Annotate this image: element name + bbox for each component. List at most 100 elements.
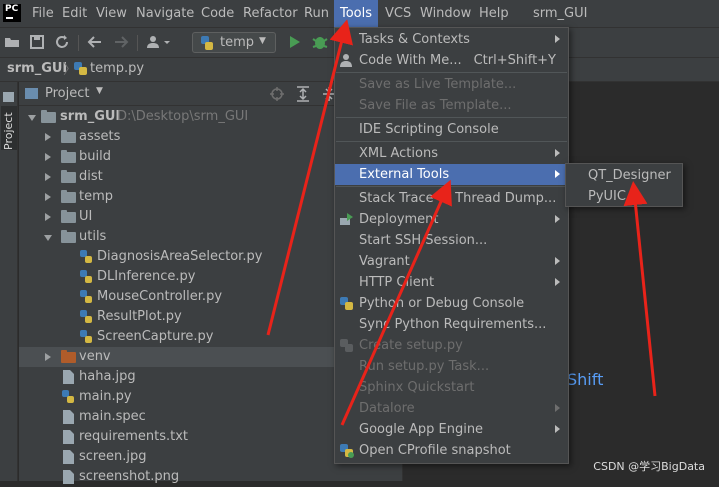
folder-icon	[41, 110, 56, 123]
menu-edit[interactable]: Edit	[56, 0, 93, 27]
project-panel-title[interactable]: Project	[45, 86, 89, 101]
menu-vcs[interactable]: VCS	[379, 0, 417, 27]
expand-arrow-icon[interactable]	[45, 353, 51, 361]
folder-icon	[61, 210, 76, 223]
expand-arrow-icon[interactable]	[45, 173, 51, 181]
menu-item-label: IDE Scripting Console	[359, 122, 499, 137]
submenu-item-qt-designer[interactable]: QT_Designer	[566, 165, 682, 186]
breadcrumb-file[interactable]: temp.py	[90, 61, 144, 76]
project-tool-tab[interactable]: Project	[1, 106, 17, 150]
menu-item-stack-trace-or-thread-dump[interactable]: Stack Trace or Thread Dump...	[335, 188, 568, 209]
menu-run[interactable]: Run	[298, 0, 335, 27]
tool-window-strip: Project	[0, 82, 18, 481]
menu-help[interactable]: Help	[473, 0, 515, 27]
menu-item-vagrant[interactable]: Vagrant	[335, 251, 568, 272]
vcs-user-icon[interactable]	[146, 34, 174, 50]
expand-arrow-icon[interactable]	[28, 115, 36, 121]
tree-item-label: haha.jpg	[79, 369, 136, 384]
open-folder-icon[interactable]	[4, 34, 20, 50]
root-path: D:\Desktop\srm_GUI	[117, 109, 249, 124]
expand-arrow-icon[interactable]	[45, 133, 51, 141]
back-arrow-icon[interactable]	[87, 34, 103, 50]
expand-arrow-icon[interactable]	[45, 193, 51, 201]
tree-item-label: screen.jpg	[79, 449, 147, 464]
menu-item-sphinx-quickstart: Sphinx Quickstart	[335, 377, 568, 398]
tree-item-label: requirements.txt	[79, 429, 189, 444]
menu-item-xml-actions[interactable]: XML Actions	[335, 143, 568, 164]
submenu-arrow-icon	[555, 425, 560, 433]
expand-arrow-icon[interactable]	[45, 213, 51, 221]
chevron-down-icon: ▼	[259, 36, 266, 46]
menu-tools[interactable]: Tools	[334, 0, 379, 27]
menu-item-label: Code With Me...	[359, 53, 462, 68]
menu-item-sync-python-requirements[interactable]: Sync Python Requirements...	[335, 314, 568, 335]
project-view-icon	[25, 88, 38, 99]
tree-item-label: ResultPlot.py	[97, 309, 182, 324]
menu-item-save-as-live-template: Save as Live Template...	[335, 74, 568, 95]
menu-window[interactable]: Window	[414, 0, 477, 27]
collapse-arrow-icon[interactable]	[44, 235, 52, 241]
submenu-arrow-icon	[555, 257, 560, 265]
tree-item-label: temp	[79, 189, 114, 204]
folder-icon	[61, 350, 76, 363]
run-configuration-select[interactable]: temp ▼	[192, 32, 276, 53]
forward-arrow-icon[interactable]	[113, 34, 129, 50]
menu-item-tasks-contexts[interactable]: Tasks & Contexts	[335, 29, 568, 50]
tree-item-label: screenshot.png	[79, 469, 180, 484]
python-file-icon	[74, 62, 88, 76]
file-icon	[63, 410, 74, 424]
python-file-icon	[80, 290, 92, 304]
expand-all-icon[interactable]	[295, 86, 311, 102]
menu-item-start-ssh-session[interactable]: Start SSH Session...	[335, 230, 568, 251]
tree-item-label: ScreenCapture.py	[97, 329, 214, 344]
submenu-item-pyuic[interactable]: PyUIC	[566, 186, 682, 207]
sync-icon[interactable]	[54, 34, 70, 50]
folder-icon	[61, 170, 76, 183]
locate-icon[interactable]	[269, 86, 285, 102]
menu-item-label: Google App Engine	[359, 422, 484, 437]
chevron-down-icon[interactable]: ▼	[96, 86, 103, 96]
menu-item-http-client[interactable]: HTTP Client	[335, 272, 568, 293]
submenu-arrow-icon	[555, 404, 560, 412]
menu-item-label: Open CProfile snapshot	[359, 443, 511, 458]
menu-file[interactable]: File	[26, 0, 60, 27]
debug-icon[interactable]	[312, 34, 328, 50]
external-tools-submenu: QT_Designer PyUIC	[565, 163, 683, 207]
run-icon[interactable]	[287, 34, 303, 50]
menu-code[interactable]: Code	[195, 0, 240, 27]
tree-item-label: DiagnosisAreaSelector.py	[97, 249, 263, 264]
menu-item-label: Save as Live Template...	[359, 77, 517, 92]
user-icon	[339, 53, 354, 68]
save-all-icon[interactable]	[29, 34, 45, 50]
menu-item-open-cprofile-snapshot[interactable]: Open CProfile snapshot	[335, 440, 568, 461]
expand-arrow-icon[interactable]	[45, 153, 51, 161]
menu-item-label: Start SSH Session...	[359, 233, 488, 248]
project-tool-icon	[3, 92, 14, 102]
tree-file-row[interactable]: screenshot.png	[19, 467, 402, 487]
menu-item-ide-scripting-console[interactable]: IDE Scripting Console	[335, 119, 568, 140]
menu-item-label: Sync Python Requirements...	[359, 317, 547, 332]
breadcrumb-root[interactable]: srm_GUI	[7, 61, 67, 76]
menu-navigate[interactable]: Navigate	[130, 0, 200, 27]
submenu-item-label: PyUIC	[588, 189, 626, 204]
menu-separator	[336, 186, 567, 187]
menu-view[interactable]: View	[90, 0, 133, 27]
menu-item-python-or-debug-console[interactable]: Python or Debug Console	[335, 293, 568, 314]
menu-item-google-app-engine[interactable]: Google App Engine	[335, 419, 568, 440]
tree-item-label: DLInference.py	[97, 269, 196, 284]
tree-item-label: MouseController.py	[97, 289, 223, 304]
menubar: PC File Edit View Navigate Code Refactor Run To…	[0, 0, 719, 27]
folder-icon	[61, 230, 76, 243]
menu-item-deployment[interactable]: Deployment	[335, 209, 568, 230]
tree-item-label: assets	[79, 129, 121, 144]
menu-separator	[336, 141, 567, 142]
tree-item-label: main.spec	[79, 409, 146, 424]
menu-item-external-tools[interactable]: External Tools	[335, 164, 568, 185]
tree-item-label: utils	[79, 229, 107, 244]
tree-item-label: venv	[79, 349, 111, 364]
submenu-arrow-icon	[555, 278, 560, 286]
file-icon	[63, 370, 74, 384]
menu-item-shortcut: Ctrl+Shift+Y	[473, 53, 556, 68]
menu-refactor[interactable]: Refactor	[237, 0, 304, 27]
menu-item-code-with-me[interactable]: Code With Me... Ctrl+Shift+Y	[335, 50, 568, 71]
